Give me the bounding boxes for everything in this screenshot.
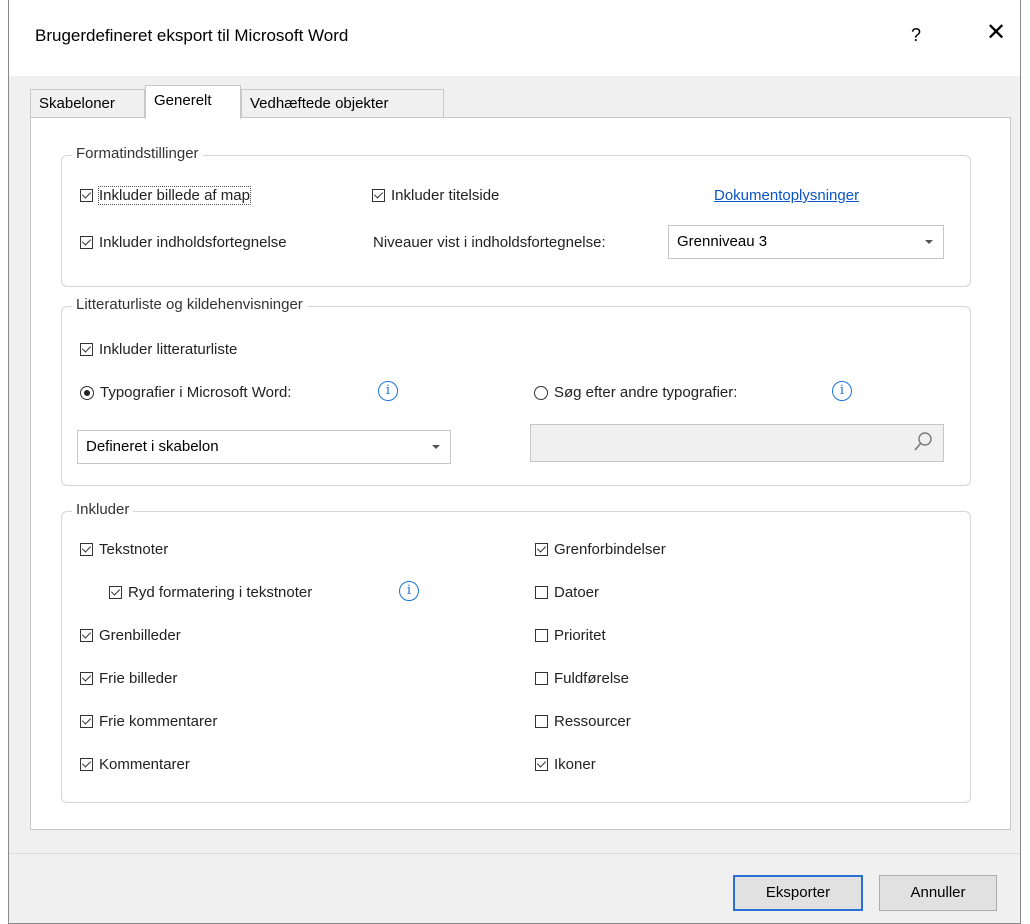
checkbox-label: Ressourcer bbox=[554, 713, 631, 730]
include-dates-checkbox[interactable]: Datoer bbox=[535, 584, 599, 601]
include-free-images-checkbox[interactable]: Frie billeder bbox=[80, 670, 177, 687]
cancel-button[interactable]: Annuller bbox=[879, 875, 997, 911]
include-icons-checkbox[interactable]: Ikoner bbox=[535, 756, 596, 773]
checkbox-box bbox=[80, 672, 93, 685]
checkbox-box bbox=[80, 715, 93, 728]
close-icon[interactable]: ✕ bbox=[981, 18, 1011, 48]
include-priority-checkbox[interactable]: Prioritet bbox=[535, 627, 606, 644]
checkbox-label: Inkluder indholdsfortegnelse bbox=[99, 234, 287, 251]
checkbox-label: Inkluder billede af map bbox=[98, 186, 251, 205]
tab-vedhaeftede-objekter[interactable]: Vedhæftede objekter bbox=[241, 89, 444, 118]
style-value: Defineret i skabelon bbox=[86, 438, 219, 455]
include-completion-checkbox[interactable]: Fuldførelse bbox=[535, 670, 629, 687]
levels-label: Niveauer vist i indholdsfortegnelse: bbox=[373, 234, 606, 251]
include-free-comments-checkbox[interactable]: Frie kommentarer bbox=[80, 713, 217, 730]
checkbox-box bbox=[80, 236, 93, 249]
checkbox-box bbox=[80, 343, 93, 356]
bibliography-group: Litteraturliste og kildehenvisninger Ink… bbox=[61, 296, 971, 486]
radio-circle bbox=[80, 385, 94, 400]
include-group: Inkluder Tekstnoter Ryd formatering i te… bbox=[61, 501, 971, 803]
checkbox-label: Grenbilleder bbox=[99, 627, 181, 644]
include-toc-checkbox[interactable]: Inkluder indholdsfortegnelse bbox=[80, 234, 287, 251]
levels-value: Grenniveau 3 bbox=[677, 233, 768, 250]
checkbox-box bbox=[535, 715, 548, 728]
chevron-down-icon bbox=[432, 445, 440, 449]
include-resources-checkbox[interactable]: Ressourcer bbox=[535, 713, 631, 730]
checkbox-box bbox=[80, 629, 93, 642]
checkbox-box bbox=[535, 543, 548, 556]
checkbox-label: Kommentarer bbox=[99, 756, 190, 773]
info-icon[interactable]: i bbox=[399, 581, 419, 601]
radio-circle bbox=[534, 385, 548, 400]
include-text-notes-checkbox[interactable]: Tekstnoter bbox=[80, 541, 168, 558]
checkbox-box bbox=[535, 672, 548, 685]
levels-dropdown[interactable]: Grenniveau 3 bbox=[668, 225, 944, 259]
checkbox-label: Prioritet bbox=[554, 627, 606, 644]
bibliography-legend: Litteraturliste og kildehenvisninger bbox=[72, 296, 307, 313]
tab-generelt[interactable]: Generelt bbox=[145, 85, 241, 119]
info-icon[interactable]: i bbox=[832, 381, 852, 401]
checkbox-label: Tekstnoter bbox=[99, 541, 169, 558]
tab-skabeloner[interactable]: Skabeloner bbox=[30, 89, 145, 118]
include-branch-images-checkbox[interactable]: Grenbilleder bbox=[80, 627, 181, 644]
checkbox-box bbox=[535, 758, 548, 771]
footer-divider bbox=[9, 853, 1020, 854]
style-search-input[interactable] bbox=[530, 424, 944, 462]
clear-formatting-checkbox[interactable]: Ryd formatering i tekstnoter bbox=[109, 584, 312, 601]
radio-label: Søg efter andre typografier: bbox=[554, 384, 738, 401]
checkbox-label: Inkluder titelside bbox=[391, 187, 500, 204]
checkbox-box bbox=[535, 586, 548, 599]
tab-panel-generelt: Formatindstillinger Inkluder billede af … bbox=[30, 117, 1011, 830]
checkbox-label: Datoer bbox=[554, 584, 600, 601]
info-icon[interactable]: i bbox=[378, 381, 398, 401]
radio-label: Typografier i Microsoft Word: bbox=[100, 384, 292, 401]
checkbox-box bbox=[80, 758, 93, 771]
other-styles-radio[interactable]: Søg efter andre typografier: bbox=[534, 384, 737, 401]
checkbox-box bbox=[80, 189, 93, 202]
format-legend: Formatindstillinger bbox=[72, 145, 203, 162]
style-dropdown[interactable]: Defineret i skabelon bbox=[77, 430, 451, 464]
export-dialog: Brugerdefineret eksport til Microsoft Wo… bbox=[8, 0, 1021, 924]
include-branch-links-checkbox[interactable]: Grenforbindelser bbox=[535, 541, 666, 558]
checkbox-box bbox=[109, 586, 122, 599]
title-bar: Brugerdefineret eksport til Microsoft Wo… bbox=[9, 0, 1020, 76]
format-group: Formatindstillinger Inkluder billede af … bbox=[61, 145, 971, 287]
checkbox-label: Fuldførelse bbox=[554, 670, 630, 687]
export-button[interactable]: Eksporter bbox=[733, 875, 863, 911]
include-title-checkbox[interactable]: Inkluder titelside bbox=[372, 187, 499, 204]
include-legend: Inkluder bbox=[72, 501, 134, 518]
search-icon bbox=[914, 432, 932, 451]
dialog-title: Brugerdefineret eksport til Microsoft Wo… bbox=[35, 26, 349, 45]
chevron-down-icon bbox=[925, 240, 933, 244]
checkbox-label: Frie billeder bbox=[99, 670, 178, 687]
checkbox-box bbox=[372, 189, 385, 202]
checkbox-label: Ryd formatering i tekstnoter bbox=[128, 584, 313, 601]
word-styles-radio[interactable]: Typografier i Microsoft Word: bbox=[80, 384, 291, 401]
checkbox-label: Inkluder litteraturliste bbox=[99, 341, 238, 358]
checkbox-label: Grenforbindelser bbox=[554, 541, 666, 558]
checkbox-label: Ikoner bbox=[554, 756, 596, 773]
checkbox-box bbox=[535, 629, 548, 642]
checkbox-box bbox=[80, 543, 93, 556]
checkbox-label: Frie kommentarer bbox=[99, 713, 218, 730]
include-comments-checkbox[interactable]: Kommentarer bbox=[80, 756, 190, 773]
include-image-checkbox[interactable]: Inkluder billede af map bbox=[80, 186, 251, 205]
document-info-link[interactable]: Dokumentoplysninger bbox=[714, 187, 859, 204]
include-bibliography-checkbox[interactable]: Inkluder litteraturliste bbox=[80, 341, 237, 358]
help-button[interactable]: ? bbox=[901, 20, 931, 50]
